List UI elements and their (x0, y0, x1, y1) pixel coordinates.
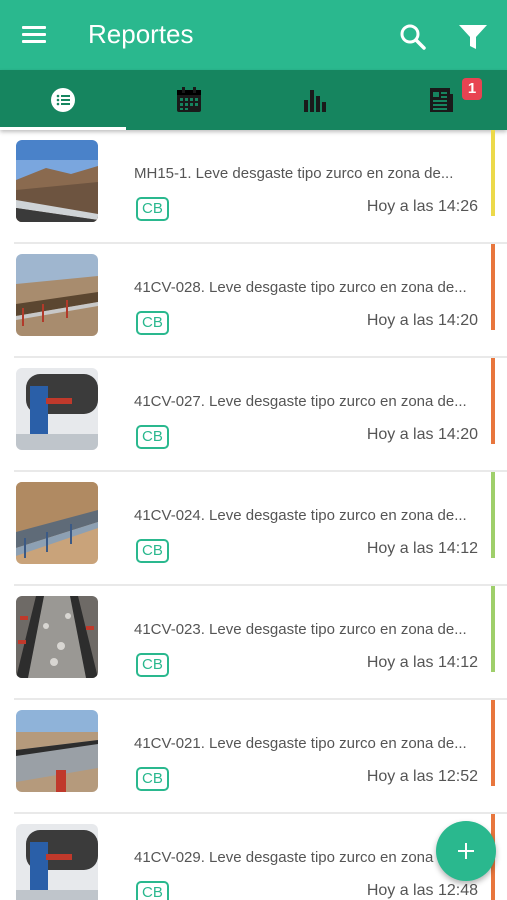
status-indicator (491, 586, 495, 672)
tab-charts[interactable] (252, 70, 378, 130)
tab-list[interactable] (0, 70, 126, 130)
tab-bar (0, 70, 507, 130)
status-indicator (491, 358, 495, 444)
add-icon (458, 843, 474, 859)
search-icon[interactable] (398, 22, 428, 52)
report-thumbnail (16, 254, 98, 336)
report-title: 41CV-024. Leve desgaste tipo zurco en zo… (134, 507, 467, 524)
filter-icon[interactable] (458, 22, 488, 52)
status-indicator (491, 130, 495, 216)
report-title: 41CV-023. Leve desgaste tipo zurco en zo… (134, 621, 467, 638)
list-icon (51, 88, 75, 112)
newspaper-icon (430, 88, 453, 112)
report-thumbnail (16, 710, 98, 792)
report-time: Hoy a las 14:12 (366, 654, 478, 671)
report-thumbnail (16, 140, 98, 222)
add-report-button[interactable] (436, 821, 496, 881)
notification-badge: 1 (462, 78, 482, 100)
report-tag: CB (136, 767, 169, 791)
status-indicator (491, 244, 495, 330)
report-title: 41CV-029. Leve desgaste tipo zurco en zo… (134, 849, 467, 866)
report-time: Hoy a las 12:48 (366, 882, 478, 899)
list-item[interactable]: 41CV-024. Leve desgaste tipo zurco en zo… (0, 472, 507, 586)
status-indicator (491, 472, 495, 558)
report-tag: CB (136, 653, 169, 677)
report-tag: CB (136, 881, 169, 900)
report-tag: CB (136, 311, 169, 335)
report-thumbnail (16, 482, 98, 564)
status-indicator (491, 700, 495, 786)
list-item[interactable]: 41CV-021. Leve desgaste tipo zurco en zo… (0, 700, 507, 814)
report-tag: CB (136, 197, 169, 221)
report-tag: CB (136, 425, 169, 449)
tab-news[interactable] (378, 70, 504, 130)
report-tag: CB (136, 539, 169, 563)
report-thumbnail (16, 596, 98, 678)
report-time: Hoy a las 14:20 (366, 312, 478, 329)
report-thumbnail (16, 824, 98, 900)
calendar-icon (177, 87, 201, 112)
list-item[interactable]: 41CV-027. Leve desgaste tipo zurco en zo… (0, 358, 507, 472)
bar-chart-icon (304, 90, 326, 112)
report-thumbnail (16, 368, 98, 450)
report-time: Hoy a las 12:52 (366, 768, 478, 785)
report-time: Hoy a las 14:12 (366, 540, 478, 557)
report-title: 41CV-028. Leve desgaste tipo zurco en zo… (134, 279, 467, 296)
list-item[interactable]: 41CV-029. Leve desgaste tipo zurco en zo… (0, 814, 507, 900)
report-list[interactable]: MH15-1. Leve desgaste tipo zurco en zona… (0, 130, 507, 900)
menu-icon[interactable] (22, 24, 46, 44)
list-item[interactable]: MH15-1. Leve desgaste tipo zurco en zona… (0, 130, 507, 244)
report-title: 41CV-027. Leve desgaste tipo zurco en zo… (134, 393, 467, 410)
page-title: Reportes (88, 19, 194, 49)
report-title: 41CV-021. Leve desgaste tipo zurco en zo… (134, 735, 467, 752)
app-bar: Reportes (0, 0, 507, 70)
list-item[interactable]: 41CV-023. Leve desgaste tipo zurco en zo… (0, 586, 507, 700)
report-time: Hoy a las 14:26 (366, 198, 478, 215)
tab-calendar[interactable] (126, 70, 252, 130)
report-title: MH15-1. Leve desgaste tipo zurco en zona… (134, 165, 454, 182)
list-item[interactable]: 41CV-028. Leve desgaste tipo zurco en zo… (0, 244, 507, 358)
report-time: Hoy a las 14:20 (366, 426, 478, 443)
